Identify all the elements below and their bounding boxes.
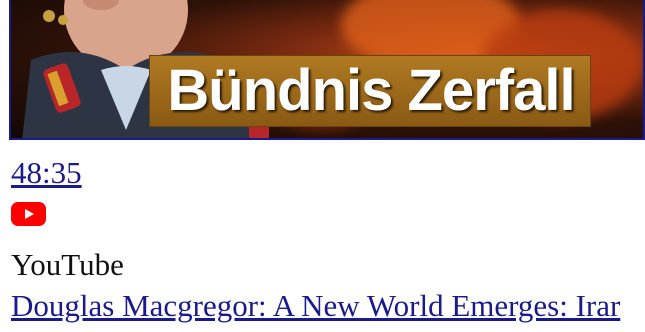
thumbnail-banner: Bündnis Zerfall — [149, 55, 591, 127]
video-thumbnail[interactable]: Bündnis Zerfall — [9, 0, 645, 140]
video-title-link[interactable]: Douglas Macgregor: A New World Emerges: … — [11, 288, 645, 324]
youtube-icon — [11, 202, 46, 226]
video-duration-link[interactable]: 48:35 — [11, 155, 82, 191]
thumbnail-banner-text: Bündnis Zerfall — [167, 58, 575, 123]
video-source: YouTube — [11, 247, 124, 282]
